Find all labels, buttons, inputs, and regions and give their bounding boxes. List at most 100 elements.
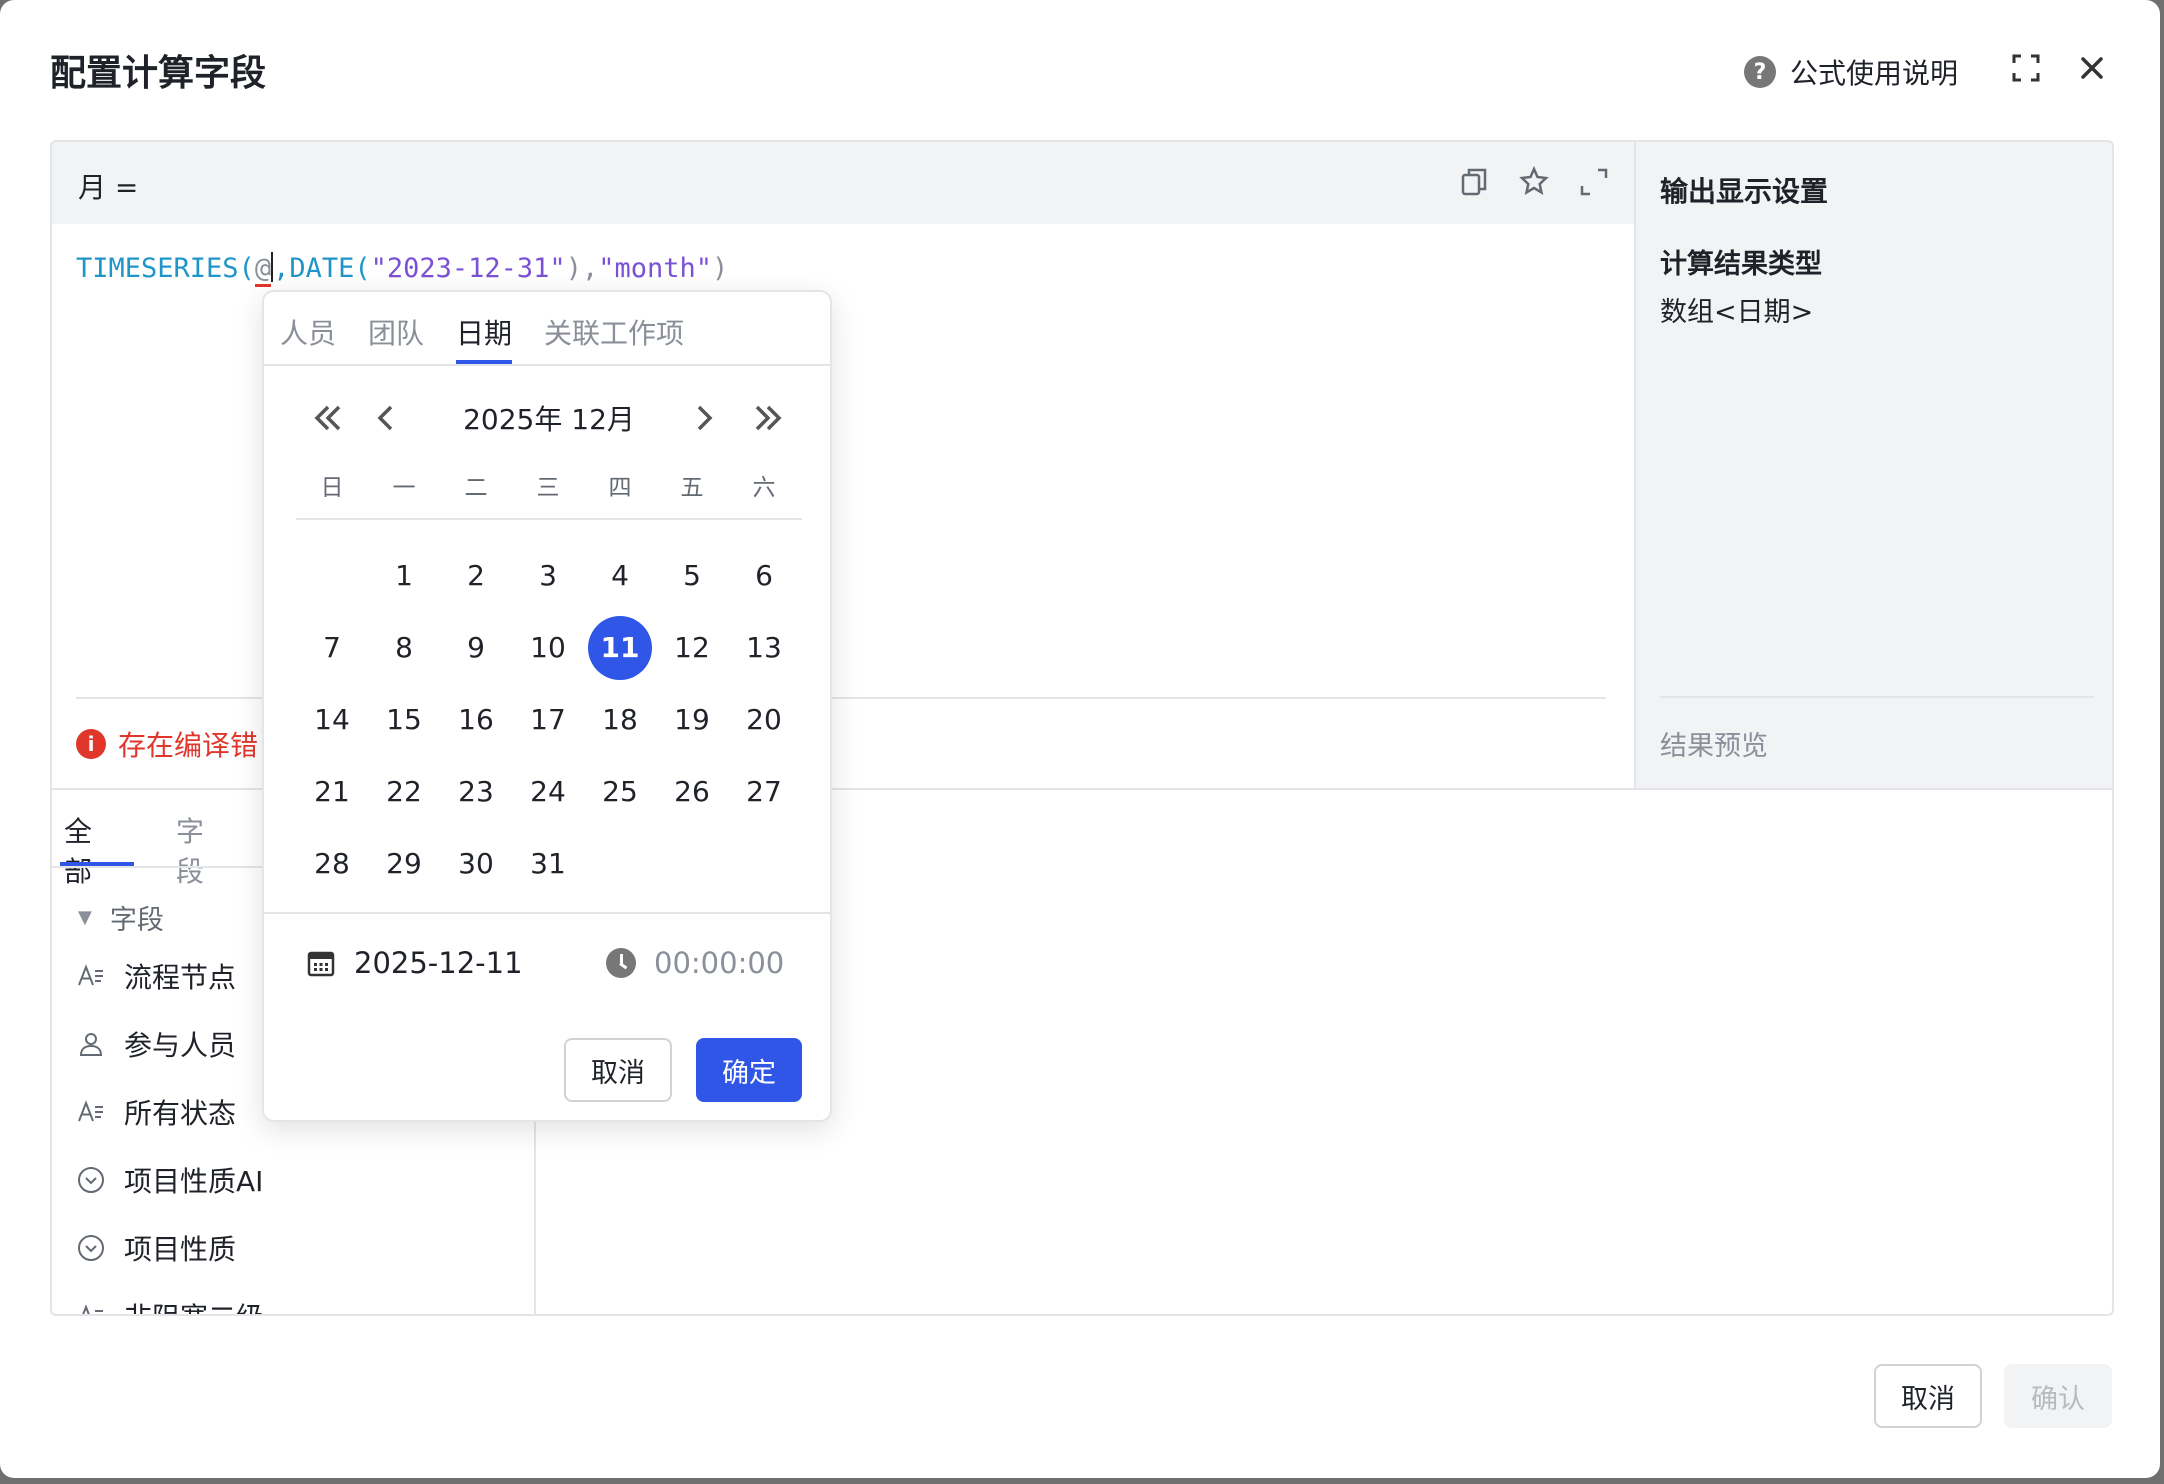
tab-date[interactable]: 日期 <box>456 312 512 352</box>
text-field-icon <box>76 1301 106 1314</box>
next-year-icon[interactable] <box>748 398 788 438</box>
field-item[interactable]: 非阻塞二级 <box>76 1296 264 1314</box>
calendar-day[interactable]: 30 <box>444 832 508 896</box>
calendar-day[interactable]: 1 <box>372 544 436 608</box>
fullscreen-icon[interactable] <box>2010 52 2042 84</box>
error-icon: i <box>76 729 106 759</box>
field-item-label: 非阻塞二级 <box>124 1296 264 1314</box>
output-settings: 输出显示设置 计算结果类型 数组<日期> 结果预览 <box>1634 142 2112 788</box>
field-item-label: 参与人员 <box>124 1029 237 1062</box>
calendar-day[interactable]: 18 <box>588 688 652 752</box>
calendar-day[interactable]: 5 <box>660 544 724 608</box>
dialog-confirm-button[interactable]: 确认 <box>2004 1364 2112 1428</box>
calendar-day[interactable]: 29 <box>372 832 436 896</box>
code-function: TIMESERIES( <box>76 253 255 284</box>
weekday-label: 四 <box>608 475 632 501</box>
caret-down-icon: ▼ <box>78 907 92 928</box>
tab-fields[interactable]: 字段 <box>176 810 204 890</box>
calendar-day[interactable]: 25 <box>588 760 652 824</box>
error-text: 存在编译错 <box>118 729 259 762</box>
calendar-day-selected[interactable]: 11 <box>588 616 652 680</box>
field-item-label: 流程节点 <box>124 961 237 994</box>
calendar-day[interactable]: 15 <box>372 688 436 752</box>
code-string-unit: "month" <box>598 253 713 284</box>
calendar-icon <box>307 951 335 977</box>
calendar-day[interactable]: 10 <box>516 616 580 680</box>
picker-cancel-button[interactable]: 取消 <box>564 1038 672 1102</box>
field-group-header[interactable]: ▼ 字段 <box>78 898 164 937</box>
calendar-day[interactable]: 20 <box>732 688 796 752</box>
code-date-fn: ,DATE( <box>273 253 371 284</box>
tab-all[interactable]: 全部 <box>64 810 92 890</box>
weekday-label: 六 <box>752 475 776 501</box>
output-divider <box>1660 696 2094 698</box>
calendar-day[interactable]: 7 <box>300 616 364 680</box>
result-preview-label: 结果预览 <box>1660 731 1768 762</box>
calendar-day[interactable]: 22 <box>372 760 436 824</box>
select-icon <box>76 1165 106 1195</box>
code-separator: ), <box>565 253 599 284</box>
calendar-day[interactable]: 16 <box>444 688 508 752</box>
close-icon[interactable] <box>2076 52 2108 84</box>
calendar-day[interactable]: 17 <box>516 688 580 752</box>
date-value: 2025-12-11 <box>354 946 523 980</box>
field-name-label: 月 = <box>78 171 139 204</box>
tab-team[interactable]: 团队 <box>368 312 424 352</box>
next-month-icon[interactable] <box>684 398 724 438</box>
select-icon <box>76 1233 106 1263</box>
field-item[interactable]: 项目性质AI <box>76 1160 263 1200</box>
field-item[interactable]: 项目性质 <box>76 1228 236 1268</box>
field-item-label: 所有状态 <box>124 1097 237 1130</box>
prev-year-icon[interactable] <box>308 398 348 438</box>
field-item[interactable]: 流程节点 <box>76 956 236 996</box>
field-item-label: 项目性质AI <box>124 1165 264 1198</box>
weekday-label: 一 <box>392 475 416 501</box>
field-item[interactable]: 所有状态 <box>76 1092 236 1132</box>
date-display[interactable]: 2025-12-11 <box>306 946 523 980</box>
calendar-day[interactable]: 31 <box>516 832 580 896</box>
dialog-cancel-button[interactable]: 取消 <box>1874 1364 1982 1428</box>
config-dialog: 配置计算字段 ? 公式使用说明 月 = TIMESERIES(@,DATE("2… <box>0 0 2160 1478</box>
time-display[interactable]: 00:00:00 <box>606 946 784 980</box>
tab-people[interactable]: 人员 <box>280 312 336 352</box>
picker-tabs-divider <box>264 364 830 366</box>
result-type-label: 计算结果类型 <box>1660 249 1822 280</box>
time-value: 00:00:00 <box>654 946 785 980</box>
calendar-day[interactable]: 13 <box>732 616 796 680</box>
compile-error: i 存在编译错 <box>76 724 258 764</box>
calendar-day[interactable]: 19 <box>660 688 724 752</box>
code-at-token: @ <box>254 253 272 287</box>
weekday-label: 五 <box>680 475 704 501</box>
calendar-day[interactable]: 3 <box>516 544 580 608</box>
help-link[interactable]: ? 公式使用说明 <box>1744 52 1958 92</box>
magic-icon[interactable] <box>1516 164 1552 200</box>
calendar-day[interactable]: 4 <box>588 544 652 608</box>
code-close-paren: ) <box>712 253 729 284</box>
calendar-day[interactable]: 24 <box>516 760 580 824</box>
calendar-day[interactable]: 28 <box>300 832 364 896</box>
expand-icon[interactable] <box>1576 164 1612 200</box>
weekday-label: 日 <box>320 475 344 501</box>
tab-linked-items[interactable]: 关联工作项 <box>544 312 684 352</box>
calendar-day[interactable]: 6 <box>732 544 796 608</box>
calendar-day[interactable]: 21 <box>300 760 364 824</box>
field-item[interactable]: 参与人员 <box>76 1024 236 1064</box>
person-icon <box>76 1029 106 1059</box>
calendar-day[interactable]: 12 <box>660 616 724 680</box>
code-string-date: "2023-12-31" <box>370 253 566 284</box>
calendar-day[interactable]: 9 <box>444 616 508 680</box>
formula-code[interactable]: TIMESERIES(@,DATE("2023-12-31"),"month") <box>76 252 729 287</box>
calendar-day[interactable]: 26 <box>660 760 724 824</box>
calendar-day[interactable]: 23 <box>444 760 508 824</box>
help-label: 公式使用说明 <box>1790 57 1959 90</box>
field-item-label: 项目性质 <box>124 1233 237 1266</box>
copy-icon[interactable] <box>1456 164 1492 200</box>
calendar-day[interactable]: 8 <box>372 616 436 680</box>
picker-confirm-button[interactable]: 确定 <box>696 1038 802 1102</box>
weekday-label: 二 <box>464 475 488 501</box>
calendar-day[interactable]: 27 <box>732 760 796 824</box>
dialog-title: 配置计算字段 <box>50 53 267 94</box>
calendar-day[interactable]: 14 <box>300 688 364 752</box>
calendar-day[interactable]: 2 <box>444 544 508 608</box>
prev-month-icon[interactable] <box>366 398 406 438</box>
